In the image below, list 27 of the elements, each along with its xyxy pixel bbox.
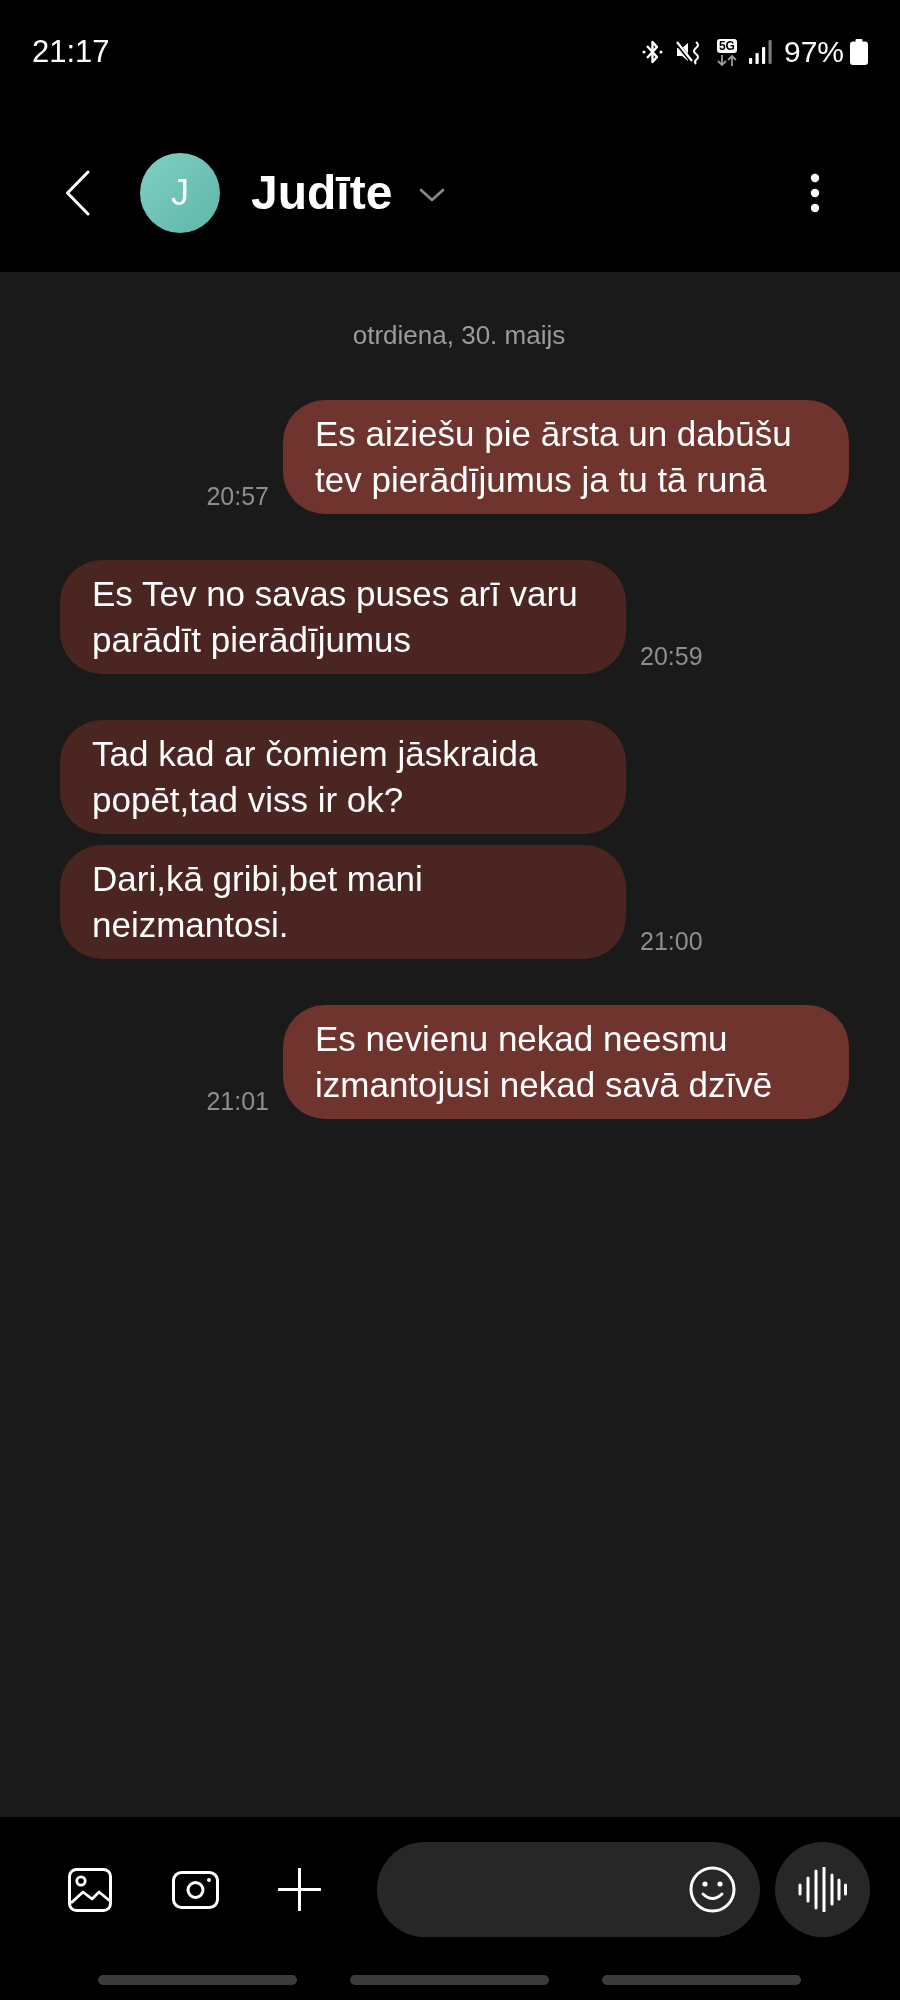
message-bubble[interactable]: Tad kad ar čomiem jāskraida popēt,tad viss ir ok?: [60, 720, 626, 834]
battery-percentage: 97%: [783, 34, 844, 70]
gallery-icon[interactable]: [68, 1867, 112, 1912]
camera-icon[interactable]: [172, 1870, 219, 1909]
message-bubble[interactable]: Dari,kā gribi,bet mani neizmantosi.: [60, 845, 626, 959]
emoji-icon[interactable]: [689, 1866, 736, 1913]
signal-icon: [748, 40, 772, 64]
waveform-icon: [798, 1867, 847, 1912]
message-time: 20:59: [640, 642, 703, 670]
muted-speaker-icon: [674, 39, 702, 65]
chevron-down-icon[interactable]: [419, 188, 446, 202]
message-bubble[interactable]: Es Tev no savas puses arī varu parādīt pierādījumus: [60, 560, 626, 674]
date-divider: otrdiena, 30. maijs: [352, 319, 566, 351]
back-icon[interactable]: [65, 170, 90, 216]
message-time: 20:57: [206, 482, 269, 510]
message-time: 21:00: [640, 927, 703, 955]
message-bubble[interactable]: Es aiziešu pie ārsta un dabūšu tev pierādījumus ja tu tā runā: [283, 400, 849, 514]
status-time: 21:17: [32, 34, 110, 70]
add-icon[interactable]: [278, 1868, 321, 1911]
contact-name[interactable]: Judīte: [251, 165, 393, 221]
message-bubble[interactable]: Es nevienu nekad neesmu izmantojusi nekad savā dzīvē: [283, 1005, 849, 1119]
battery-icon: [850, 39, 868, 65]
bluetooth-icon: [640, 39, 664, 65]
more-options-icon[interactable]: [810, 173, 820, 213]
network-type-label: 5G: [716, 38, 737, 53]
data-arrows-icon: [714, 54, 739, 66]
message-time: 21:01: [206, 1087, 269, 1115]
